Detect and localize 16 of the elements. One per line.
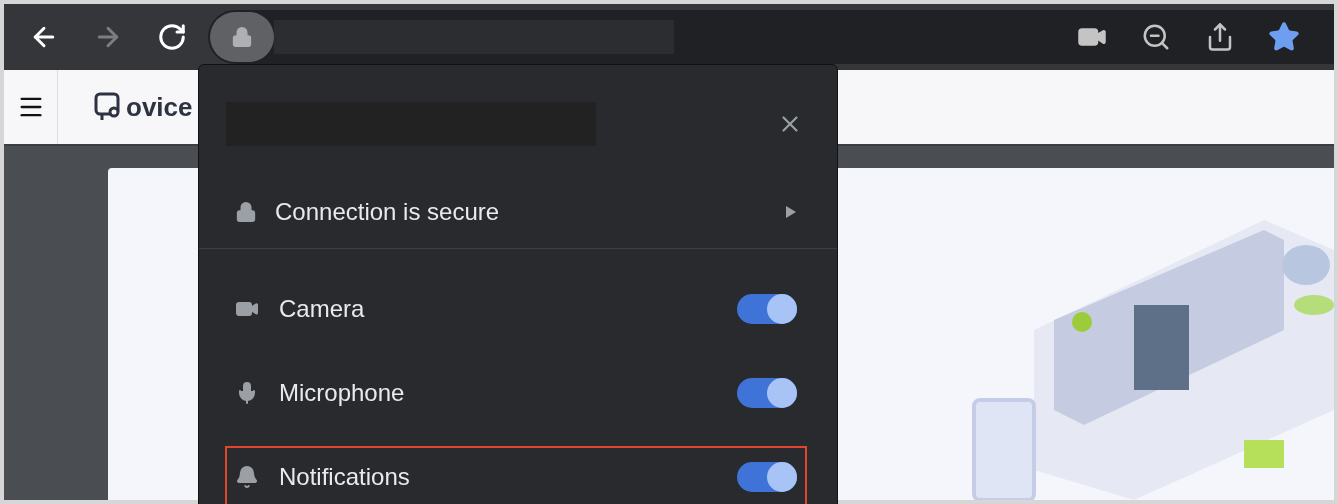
permission-toggle[interactable] xyxy=(737,294,797,324)
logo-text: ovice xyxy=(126,91,193,123)
connection-security-item[interactable]: Connection is secure xyxy=(199,175,837,249)
permission-label: Camera xyxy=(279,295,366,323)
bell-icon xyxy=(235,464,259,490)
address-bar[interactable] xyxy=(208,10,1334,64)
lock-icon xyxy=(231,26,253,48)
permission-toggle[interactable] xyxy=(737,462,797,492)
permission-label: Microphone xyxy=(279,379,406,407)
reload-icon xyxy=(157,22,187,52)
permission-toggle[interactable] xyxy=(737,378,797,408)
permission-label: Notifications xyxy=(279,463,411,491)
logo-icon xyxy=(94,92,122,122)
site-info-button[interactable] xyxy=(210,12,274,62)
lock-icon xyxy=(235,200,257,223)
triangle-right-icon xyxy=(785,204,797,219)
